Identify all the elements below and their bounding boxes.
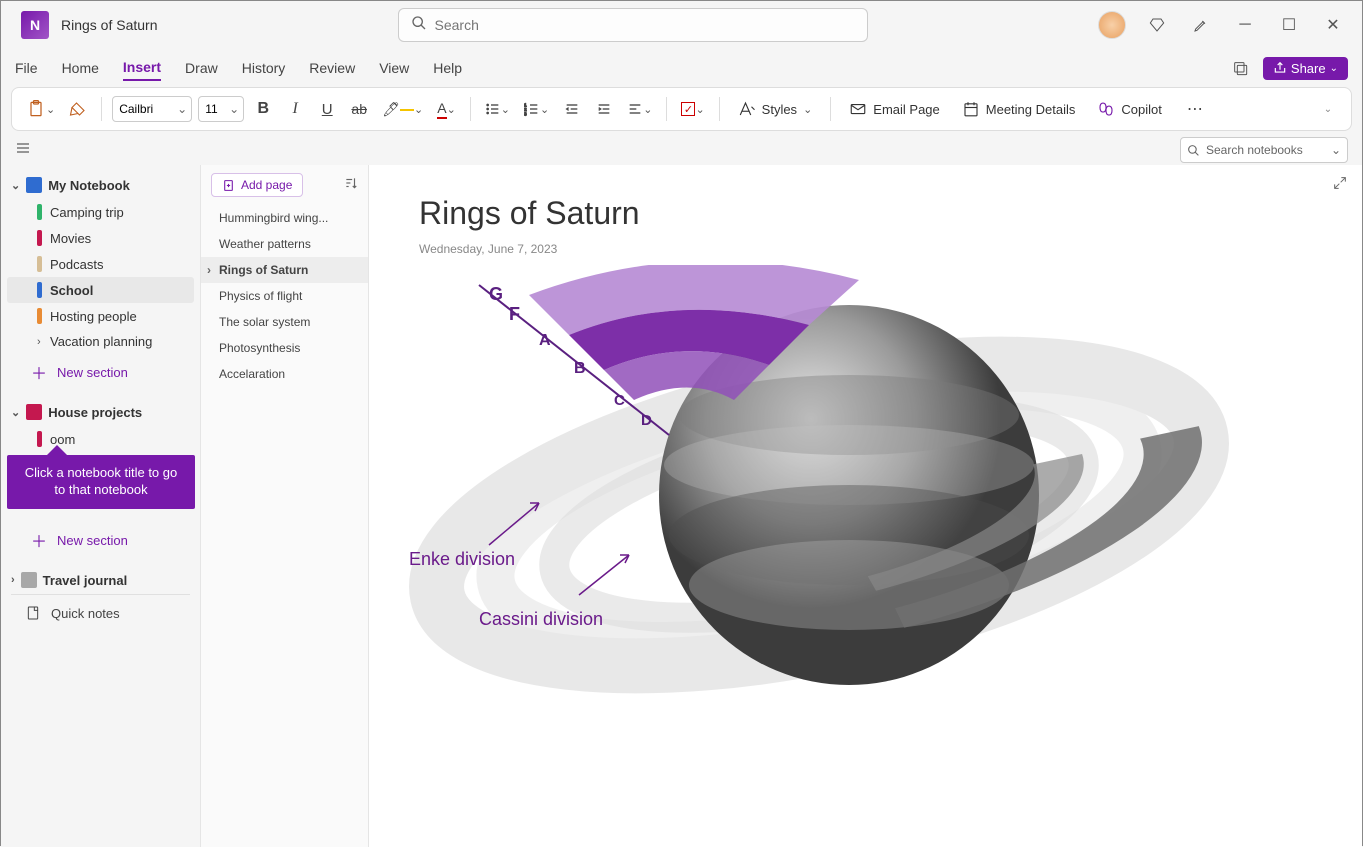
sort-pages-button[interactable] bbox=[344, 176, 358, 195]
svg-text:C: C bbox=[614, 392, 625, 409]
notebook-header-travel-journal[interactable]: › Travel journal bbox=[1, 566, 200, 594]
diamond-icon[interactable] bbox=[1144, 12, 1170, 38]
paste-button[interactable]: ⌄ bbox=[22, 94, 59, 124]
indent-button[interactable] bbox=[591, 94, 617, 124]
share-button[interactable]: Share ⌄ bbox=[1263, 57, 1348, 80]
svg-text:F: F bbox=[509, 304, 520, 324]
annotation-cassini: Cassini division bbox=[479, 609, 603, 629]
menu-history[interactable]: History bbox=[242, 56, 286, 80]
chevron-down-icon: ⌄ bbox=[1330, 63, 1338, 74]
open-new-window-icon[interactable] bbox=[1227, 55, 1253, 81]
search-icon bbox=[411, 15, 427, 36]
saturn-illustration: G F A B C D Enke division Cassini divisi… bbox=[409, 265, 1229, 725]
page-item[interactable]: Physics of flight bbox=[201, 283, 368, 309]
section-podcasts[interactable]: Podcasts bbox=[7, 251, 194, 277]
new-section-button-2[interactable]: ＋New section bbox=[1, 522, 200, 558]
maximize-button[interactable]: ☐ bbox=[1276, 12, 1302, 38]
more-options-button[interactable]: ⋯ bbox=[1182, 94, 1208, 124]
notebook-icon bbox=[26, 177, 42, 193]
page-item[interactable]: Photosynthesis bbox=[201, 335, 368, 361]
menu-insert[interactable]: Insert bbox=[123, 55, 161, 81]
italic-button[interactable]: I bbox=[282, 94, 308, 124]
meeting-details-button[interactable]: Meeting Details bbox=[954, 94, 1084, 124]
minimize-button[interactable]: ─ bbox=[1232, 12, 1258, 38]
document-title: Rings of Saturn bbox=[61, 17, 158, 33]
todo-tag-button[interactable]: ✓⌄ bbox=[677, 94, 708, 124]
menu-help[interactable]: Help bbox=[433, 56, 462, 80]
chevron-down-icon: ⌄ bbox=[11, 179, 20, 192]
numbered-list-button[interactable]: 123⌄ bbox=[520, 94, 553, 124]
quick-notes-button[interactable]: Quick notes bbox=[11, 594, 190, 631]
styles-button[interactable]: Styles⌄ bbox=[730, 94, 821, 124]
email-page-button[interactable]: Email Page bbox=[841, 94, 947, 124]
svg-text:B: B bbox=[574, 360, 586, 377]
global-search[interactable] bbox=[398, 8, 868, 42]
menu-review[interactable]: Review bbox=[309, 56, 355, 80]
notebook-header-house-projects[interactable]: ⌄ House projects bbox=[1, 398, 200, 426]
chevron-right-icon: › bbox=[11, 574, 15, 586]
page-title[interactable]: Rings of Saturn bbox=[419, 195, 1312, 232]
page-item[interactable]: Hummingbird wing... bbox=[201, 205, 368, 231]
notebook-header-my-notebook[interactable]: ⌄ My Notebook bbox=[1, 171, 200, 199]
align-button[interactable]: ⌄ bbox=[623, 94, 656, 124]
menu-draw[interactable]: Draw bbox=[185, 56, 218, 80]
sub-bar: Search notebooks ⌄ bbox=[1, 135, 1362, 165]
menubar: File Home Insert Draw History Review Vie… bbox=[1, 49, 1362, 87]
section-vacation-planning[interactable]: ›Vacation planning bbox=[7, 329, 194, 354]
notebook-icon bbox=[21, 572, 37, 588]
svg-text:A: A bbox=[539, 332, 551, 349]
search-notebooks-input[interactable]: Search notebooks ⌄ bbox=[1180, 137, 1348, 163]
svg-text:G: G bbox=[489, 284, 503, 304]
section-camping-trip[interactable]: Camping trip bbox=[7, 199, 194, 225]
page-item[interactable]: Accelaration bbox=[201, 361, 368, 387]
ribbon: ⌄ Cailbri 11 B I U ab 🖊⌄ A⌄ ⌄ 123⌄ ⌄ ✓⌄ … bbox=[11, 87, 1352, 131]
copilot-button[interactable]: Copilot bbox=[1089, 94, 1169, 124]
new-section-button-1[interactable]: ＋New section bbox=[1, 354, 200, 390]
bullet-list-button[interactable]: ⌄ bbox=[481, 94, 514, 124]
ribbon-expand-button[interactable]: ⌄ bbox=[1315, 94, 1341, 124]
annotation-enke: Enke division bbox=[409, 549, 515, 569]
format-painter-button[interactable] bbox=[65, 94, 91, 124]
nav-toggle-button[interactable] bbox=[15, 140, 31, 161]
titlebar: N Rings of Saturn ─ ☐ ✕ bbox=[1, 1, 1362, 49]
section-truncated[interactable]: oom bbox=[7, 426, 194, 452]
chevron-down-icon: ⌄ bbox=[11, 406, 20, 419]
svg-text:3: 3 bbox=[524, 112, 527, 117]
underline-button[interactable]: U bbox=[314, 94, 340, 124]
fullscreen-button[interactable] bbox=[1332, 175, 1348, 196]
svg-text:D: D bbox=[641, 412, 652, 429]
search-input[interactable] bbox=[435, 17, 855, 33]
font-size-select[interactable]: 11 bbox=[198, 96, 244, 122]
main-area: ⌄ My Notebook Camping trip Movies Podcas… bbox=[1, 165, 1362, 847]
user-avatar[interactable] bbox=[1098, 11, 1126, 39]
pen-mode-icon[interactable] bbox=[1188, 12, 1214, 38]
section-movies[interactable]: Movies bbox=[7, 225, 194, 251]
pages-sidebar: Add page Hummingbird wing... Weather pat… bbox=[201, 165, 369, 847]
notebook-icon bbox=[26, 404, 42, 420]
strikethrough-button[interactable]: ab bbox=[346, 94, 372, 124]
bold-button[interactable]: B bbox=[250, 94, 276, 124]
page-item[interactable]: Weather patterns bbox=[201, 231, 368, 257]
menu-file[interactable]: File bbox=[15, 56, 38, 80]
coach-tooltip: Click a notebook title to go to that not… bbox=[7, 455, 195, 509]
chevron-right-icon: › bbox=[37, 336, 42, 348]
share-label: Share bbox=[1291, 61, 1326, 76]
page-canvas[interactable]: Rings of Saturn Wednesday, June 7, 2023 bbox=[369, 165, 1362, 847]
section-school[interactable]: School bbox=[7, 277, 194, 303]
highlight-button[interactable]: 🖊⌄ bbox=[378, 94, 427, 124]
chevron-down-icon: ⌄ bbox=[1331, 143, 1341, 157]
outdent-button[interactable] bbox=[559, 94, 585, 124]
font-family-select[interactable]: Cailbri bbox=[112, 96, 192, 122]
menu-view[interactable]: View bbox=[379, 56, 409, 80]
close-button[interactable]: ✕ bbox=[1320, 12, 1346, 38]
menu-home[interactable]: Home bbox=[62, 56, 99, 80]
add-page-button[interactable]: Add page bbox=[211, 173, 303, 197]
font-color-button[interactable]: A⌄ bbox=[433, 94, 460, 124]
page-date: Wednesday, June 7, 2023 bbox=[419, 242, 1312, 256]
notebook-sidebar: ⌄ My Notebook Camping trip Movies Podcas… bbox=[1, 165, 201, 847]
app-icon: N bbox=[21, 11, 49, 39]
page-item[interactable]: Rings of Saturn bbox=[201, 257, 368, 283]
page-item[interactable]: The solar system bbox=[201, 309, 368, 335]
section-hosting-people[interactable]: Hosting people bbox=[7, 303, 194, 329]
